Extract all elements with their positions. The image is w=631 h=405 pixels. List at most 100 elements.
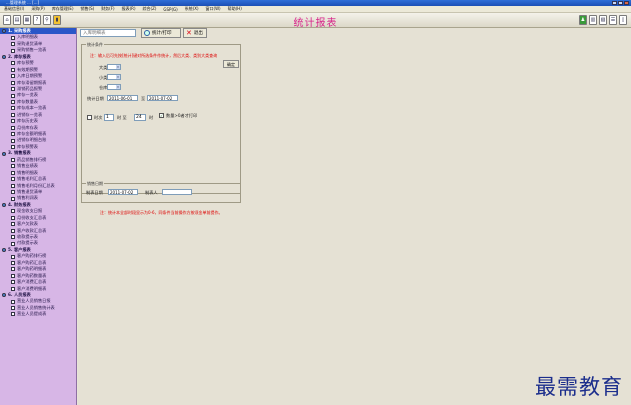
report-icon <box>11 74 15 79</box>
window-controls <box>612 1 629 5</box>
make-date-field[interactable]: 2011-07-02 <box>108 189 138 195</box>
menu-info[interactable]: 基础信息(I) <box>4 6 24 12</box>
report-icon <box>11 100 15 105</box>
menu-sales[interactable]: 销售(S) <box>81 6 95 12</box>
toolbar: ⌂ ▤ ▦ ? ⚲ ▮ 统计报表 ♟ ▥ ▧ ☰ ▯ <box>0 13 631 29</box>
menu-purchase[interactable]: 采购(P) <box>31 6 45 12</box>
report-icon <box>11 125 15 130</box>
menu-reports[interactable]: 报表(R) <box>122 6 136 12</box>
report-icon <box>11 209 15 214</box>
conditions-note: 注：输入后可先按[统计]键对所选条件作统计，然后大类、类别大类查询 <box>90 53 218 58</box>
category-select[interactable]: ▾ <box>107 64 121 70</box>
folder-icon <box>2 151 6 156</box>
magnifier-icon <box>144 30 150 36</box>
period-from-input[interactable]: 1 <box>104 114 114 121</box>
window-title: ...管理系统 ... [...] <box>6 0 40 5</box>
bottom-note: 注：统计本全部时段显示为0-6，同条件当前操作方按须金单前提作。 <box>100 210 223 215</box>
menu-system[interactable]: 系统(X) <box>185 6 199 12</box>
copy-icon[interactable]: ▧ <box>599 15 607 25</box>
printer-icon[interactable]: ▥ <box>589 15 597 25</box>
report-icon <box>11 170 15 175</box>
date-to-field[interactable]: 2011-07-02 <box>147 95 178 101</box>
sidebar-item-label: 营业人员提成表 <box>17 311 47 317</box>
qty-filter-checkbox[interactable]: ✓ <box>159 113 164 118</box>
dropdown-arrow-icon: ▾ <box>116 75 120 79</box>
menu-finance[interactable]: 财务(F) <box>101 6 114 12</box>
report-icon <box>11 254 15 259</box>
page-title: 统计报表 <box>293 18 338 29</box>
stats-print-label: 统计/打印 <box>152 31 172 36</box>
main-panel: 入库明细表 统计/打印 ✕ 退出 统计条件 注：输入后可先按[统计]键对所选条件… <box>78 28 631 405</box>
report-icon <box>11 93 15 98</box>
report-icon <box>11 106 15 111</box>
confirm-button[interactable]: 确定 <box>223 60 239 68</box>
date-from-field[interactable]: 2011-06-01 <box>107 95 138 101</box>
period-checkbox[interactable] <box>87 115 92 120</box>
period-sep-label: 时 至 <box>117 115 127 120</box>
menu-stock[interactable]: 库存管理(E) <box>52 6 74 12</box>
report-icon <box>11 273 15 278</box>
maker-label: 制表人 <box>145 190 158 195</box>
dropdown-arrow-icon: ▾ <box>116 85 120 89</box>
subcategory-select[interactable]: ▾ <box>107 74 121 80</box>
sales-date-panel: 销售日期 制表日期 2011-07-02 制表人 <box>81 181 241 203</box>
report-icon <box>11 164 15 169</box>
menu-general[interactable]: 综合(Z) <box>143 6 157 12</box>
close-x-icon: ✕ <box>186 29 192 37</box>
list-icon[interactable]: ☰ <box>609 15 617 25</box>
report-icon <box>11 132 15 137</box>
conditions-panel: 统计条件 注：输入后可先按[统计]键对所选条件作统计，然后大类、类别大类查询 确… <box>81 42 241 194</box>
period-unit-label: 时 <box>149 115 154 120</box>
minimize-icon[interactable] <box>612 1 617 5</box>
make-date-label: 制表日期 <box>86 190 103 195</box>
report-icon <box>11 61 15 66</box>
report-icon <box>11 241 15 246</box>
report-icon <box>11 87 15 92</box>
report-search-input[interactable]: 入库明细表 <box>80 29 136 37</box>
menubar: 基础信息(I) 采购(P) 库存管理(E) 销售(S) 财务(F) 报表(R) … <box>0 6 631 13</box>
door-icon[interactable]: ▯ <box>619 15 627 25</box>
maker-select[interactable] <box>162 189 192 195</box>
report-icon <box>11 190 15 195</box>
exit-label: 退出 <box>193 31 203 36</box>
date-range-label: 统计日期 <box>87 96 104 101</box>
report-icon <box>11 145 15 150</box>
report-icon <box>11 228 15 233</box>
exit-button[interactable]: ✕ 退出 <box>183 28 207 38</box>
menu-gsp[interactable]: GSP(G) <box>163 7 177 12</box>
folder-icon <box>2 29 6 34</box>
report-icon <box>11 215 15 220</box>
maximize-icon[interactable] <box>618 1 623 5</box>
user-icon[interactable]: ♟ <box>579 15 587 25</box>
qty-filter-label: 数量>0者才打印 <box>166 113 198 118</box>
report-icon <box>11 299 15 304</box>
report-icon <box>11 138 15 143</box>
report-icon <box>11 260 15 265</box>
report-icon <box>11 267 15 272</box>
report-icon <box>11 177 15 182</box>
report-icon <box>11 35 15 40</box>
period-label: 时次 <box>94 115 103 120</box>
report-icon <box>11 222 15 227</box>
stats-print-button[interactable]: 统计/打印 <box>141 28 181 38</box>
folder-icon <box>2 248 6 253</box>
warehouse-select[interactable]: ▾ <box>107 84 121 90</box>
sales-date-legend: 销售日期 <box>86 181 104 187</box>
report-icon <box>11 183 15 188</box>
period-to-input[interactable]: 24 <box>134 114 146 121</box>
report-icon <box>11 157 15 162</box>
close-icon[interactable] <box>624 1 629 5</box>
watermark-logo: 最需教育 <box>535 375 623 399</box>
report-icon <box>11 112 15 117</box>
dropdown-arrow-icon: ▾ <box>116 65 120 69</box>
report-icon <box>11 280 15 285</box>
date-to-label: 至 <box>141 96 146 101</box>
report-icon <box>11 119 15 124</box>
sidebar-item[interactable]: 营业人员提成表 <box>0 311 76 317</box>
menu-help[interactable]: 帮助(H) <box>228 6 242 12</box>
menu-window[interactable]: 窗口(W) <box>206 6 221 12</box>
folder-icon <box>2 293 6 298</box>
folder-icon <box>2 203 6 208</box>
report-icon <box>11 196 15 201</box>
report-icon <box>11 67 15 72</box>
